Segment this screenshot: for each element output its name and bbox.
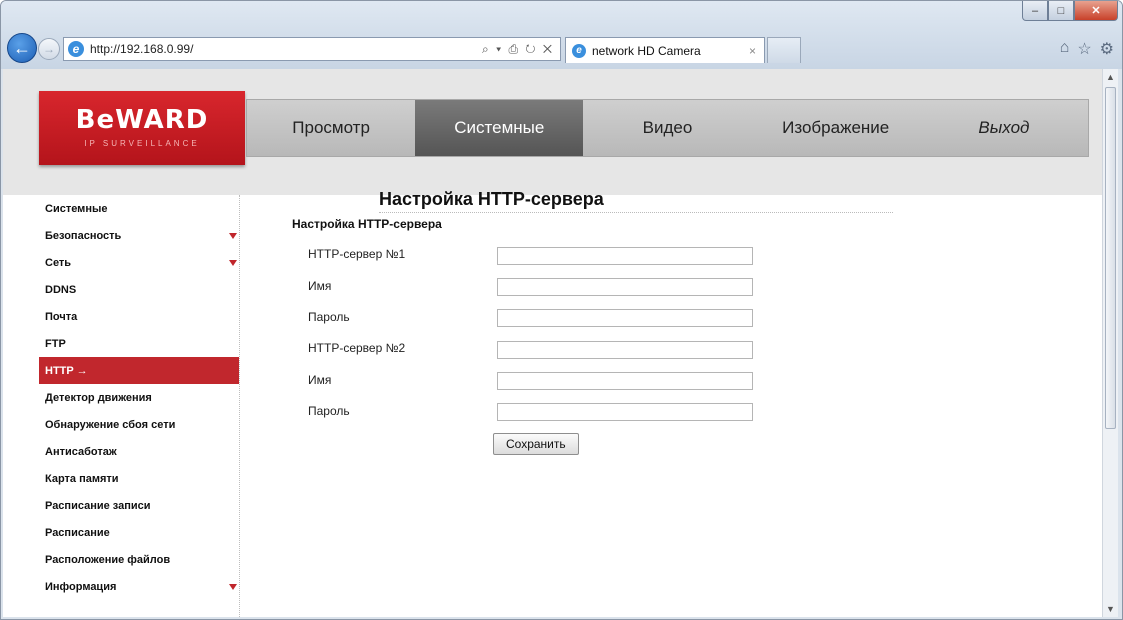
sidebar-item-label: Обнаружение сбоя сети xyxy=(45,418,176,431)
ie-page-icon: e xyxy=(68,41,84,57)
sidebar-item-label: Антисаботаж xyxy=(45,445,117,458)
browser-toolbar: – □ ✕ ← → e http://192.168.0.99/ ⌕ ▾ ⎙ ↻… xyxy=(1,1,1122,69)
sidebar-item-ftp[interactable]: FTP xyxy=(39,330,239,357)
arrow-right-icon: → xyxy=(43,42,55,56)
nav-system[interactable]: Системные xyxy=(415,100,584,156)
nav-video[interactable]: Видео xyxy=(583,100,751,156)
page-title: Настройка HTTP-сервера xyxy=(379,189,604,209)
home-icon[interactable]: ⌂ xyxy=(1060,39,1070,59)
http-server-2-label: HTTP-сервер №2 xyxy=(308,341,406,355)
sidebar-item-label: HTTP → xyxy=(45,364,88,377)
scroll-down-icon[interactable]: ▼ xyxy=(1103,601,1118,617)
name-2-label: Имя xyxy=(308,373,332,387)
nav-image[interactable]: Изображение xyxy=(752,100,920,156)
http-server-1-input[interactable] xyxy=(497,247,753,265)
window-controls: – □ ✕ xyxy=(1022,1,1118,21)
browser-tab[interactable]: e network HD Camera × xyxy=(565,37,765,63)
password-1-label: Пароль xyxy=(308,310,350,324)
logo-subtitle: IP SURVEILLANCE xyxy=(84,139,200,148)
expand-triangle-icon[interactable] xyxy=(229,584,237,590)
sidebar-item-label: Информация xyxy=(45,580,117,593)
sidebar-item-label: Расписание xyxy=(45,526,110,539)
sidebar-item-memory-card[interactable]: Карта памяти xyxy=(39,465,239,492)
sidebar-item-tamper[interactable]: Антисаботаж xyxy=(39,438,239,465)
sidebar-item-file-location[interactable]: Расположение файлов xyxy=(39,546,239,573)
nav-view[interactable]: Просмотр xyxy=(247,100,415,156)
browser-right-icons: ⌂ ☆ ⚙ xyxy=(1060,39,1114,59)
back-button[interactable]: ← xyxy=(7,33,37,63)
address-tools-icons[interactable]: ⌕ ▾ ⎙ ↻ ✕ xyxy=(482,42,554,57)
sidebar-item-network[interactable]: Сеть xyxy=(39,249,239,276)
password-2-label: Пароль xyxy=(308,404,350,418)
sidebar-item-mail[interactable]: Почта xyxy=(39,303,239,330)
sidebar-item-label: Сеть xyxy=(45,256,72,269)
sidebar-item-http[interactable]: HTTP → xyxy=(39,357,239,384)
minimize-button[interactable]: – xyxy=(1022,1,1048,21)
browser-window: – □ ✕ ← → e http://192.168.0.99/ ⌕ ▾ ⎙ ↻… xyxy=(0,0,1123,620)
sidebar-item-record-schedule[interactable]: Расписание записи xyxy=(39,492,239,519)
http-server-2-input[interactable] xyxy=(497,341,753,359)
ie-tab-icon: e xyxy=(572,43,586,58)
gear-icon[interactable]: ⚙ xyxy=(1100,39,1114,59)
scroll-up-icon[interactable]: ▲ xyxy=(1103,69,1118,85)
sidebar-item-network-failure[interactable]: Обнаружение сбоя сети xyxy=(39,411,239,438)
tab-title: network HD Camera xyxy=(592,43,701,58)
password-2-input[interactable] xyxy=(497,403,753,421)
sidebar-item-security[interactable]: Безопасность xyxy=(39,222,239,249)
vertical-scrollbar[interactable]: ▲ ▼ xyxy=(1102,69,1118,617)
save-button[interactable]: Сохранить xyxy=(493,433,579,455)
sidebar-item-label: Детектор движения xyxy=(45,391,152,404)
nav-logout[interactable]: Выход xyxy=(920,100,1088,156)
sidebar-item-label: DDNS xyxy=(45,283,77,296)
new-tab-button[interactable] xyxy=(767,37,801,63)
forward-button[interactable]: → xyxy=(38,38,60,60)
sidebar-item-label: Почта xyxy=(45,310,78,323)
sidebar-item-schedule[interactable]: Расписание xyxy=(39,519,239,546)
sidebar-item-label: Расписание записи xyxy=(45,499,151,512)
tab-close-icon[interactable]: × xyxy=(749,44,756,58)
sidebar-item-label: Безопасность xyxy=(45,229,122,242)
sidebar-item-information[interactable]: Информация xyxy=(39,573,239,600)
favorites-star-icon[interactable]: ☆ xyxy=(1077,39,1091,59)
logo-brand: BeWARD xyxy=(75,105,209,135)
sidebar-item-system[interactable]: Системные xyxy=(39,195,239,222)
expand-triangle-icon[interactable] xyxy=(229,260,237,266)
http-server-1-label: HTTP-сервер №1 xyxy=(308,247,406,261)
beward-logo: BeWARD IP SURVEILLANCE xyxy=(39,91,245,165)
sidebar-item-label: FTP xyxy=(45,337,66,350)
sidebar-item-label: Карта памяти xyxy=(45,472,119,485)
name-1-input[interactable] xyxy=(497,278,753,296)
scrollbar-thumb[interactable] xyxy=(1105,87,1116,429)
title-divider xyxy=(379,212,893,213)
arrow-left-icon: ← xyxy=(13,37,31,58)
sidebar-item-label: Расположение файлов xyxy=(45,553,171,566)
page-header: BeWARD IP SURVEILLANCE Просмотр Системны… xyxy=(3,69,1102,195)
sidebar-item-motion-detector[interactable]: Детектор движения xyxy=(39,384,239,411)
sidebar-item-label: Системные xyxy=(45,202,108,215)
page-viewport: BeWARD IP SURVEILLANCE Просмотр Системны… xyxy=(3,69,1102,617)
top-navigation: Просмотр Системные Видео Изображение Вых… xyxy=(246,99,1089,157)
address-url[interactable]: http://192.168.0.99/ xyxy=(90,42,482,56)
name-2-input[interactable] xyxy=(497,372,753,390)
close-window-button[interactable]: ✕ xyxy=(1074,1,1118,21)
section-heading: Настройка HTTP-сервера xyxy=(292,217,442,231)
sidebar-item-ddns[interactable]: DDNS xyxy=(39,276,239,303)
expand-triangle-icon[interactable] xyxy=(229,233,237,239)
maximize-button[interactable]: □ xyxy=(1048,1,1074,21)
name-1-label: Имя xyxy=(308,279,332,293)
content-area: Системные Безопасность Сеть DDNS Почта F… xyxy=(3,189,1102,617)
address-bar[interactable]: e http://192.168.0.99/ ⌕ ▾ ⎙ ↻ ✕ xyxy=(63,37,561,61)
sidebar: Системные Безопасность Сеть DDNS Почта F… xyxy=(39,195,240,617)
password-1-input[interactable] xyxy=(497,309,753,327)
